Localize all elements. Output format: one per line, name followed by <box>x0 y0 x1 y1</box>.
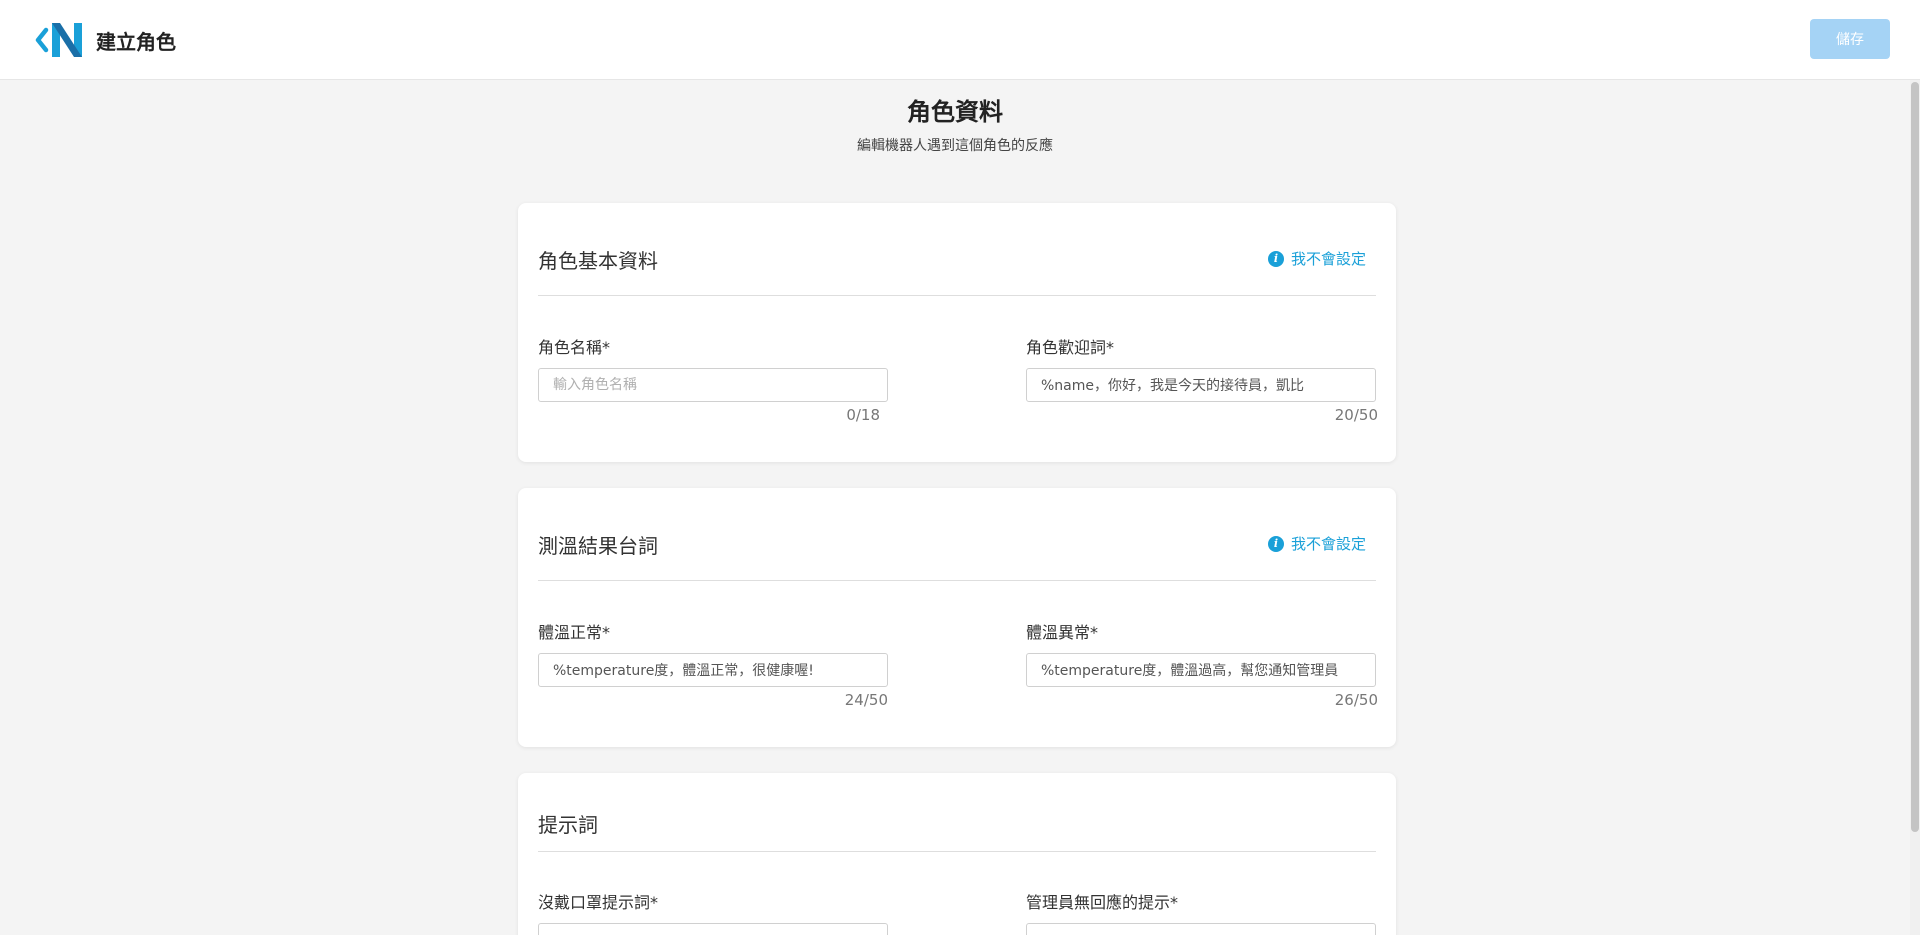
temp-abnormal-label: 體溫異常* <box>1026 623 1099 642</box>
role-greeting-label: 角色歡迎詞* <box>1026 338 1115 357</box>
help-link-label: 我不會設定 <box>1290 250 1366 268</box>
card-temperature-lines: 測溫結果台詞 i 我不會設定 體溫正常* 24/50 體溫異常* 26/50 <box>518 488 1396 747</box>
temp-normal-label: 體溫正常* <box>538 623 611 642</box>
help-link[interactable]: i 我不會設定 <box>1267 248 1366 269</box>
role-name-input[interactable] <box>538 368 888 402</box>
no-mask-prompt-label: 沒戴口罩提示詞* <box>538 893 659 912</box>
info-icon: i <box>1267 250 1284 267</box>
page-subtitle: 編輯機器人遇到這個角色的反應 <box>857 138 1053 154</box>
help-link[interactable]: i 我不會設定 <box>1267 533 1366 554</box>
no-mask-prompt-input[interactable] <box>538 923 888 935</box>
top-bar: 建立角色 儲存 <box>0 0 1920 80</box>
divider <box>538 580 1376 581</box>
admin-no-response-input[interactable] <box>1026 923 1376 935</box>
help-link-label: 我不會設定 <box>1290 535 1366 553</box>
role-greeting-counter: 20/50 <box>1334 406 1378 424</box>
temp-abnormal-counter: 26/50 <box>1334 691 1378 709</box>
back-logo-icon[interactable] <box>34 20 84 60</box>
page-title: 角色資料 <box>907 98 1003 126</box>
card-title: 測溫結果台詞 <box>538 534 658 558</box>
card-prompts: 提示詞 沒戴口罩提示詞* 管理員無回應的提示* <box>518 773 1396 935</box>
role-name-counter: 0/18 <box>846 406 880 424</box>
admin-no-response-label: 管理員無回應的提示* <box>1026 893 1179 912</box>
card-title: 角色基本資料 <box>538 249 658 273</box>
temp-normal-input[interactable] <box>538 653 888 687</box>
divider <box>538 295 1376 296</box>
role-name-label: 角色名稱* <box>538 338 611 357</box>
info-icon: i <box>1267 535 1284 552</box>
scrollbar-thumb[interactable] <box>1911 82 1919 832</box>
role-greeting-input[interactable] <box>1026 368 1376 402</box>
temp-abnormal-input[interactable] <box>1026 653 1376 687</box>
save-button[interactable]: 儲存 <box>1810 19 1890 59</box>
temp-normal-counter: 24/50 <box>844 691 888 709</box>
page-header-title: 建立角色 <box>96 30 176 54</box>
card-title: 提示詞 <box>538 813 598 837</box>
card-basic-info: 角色基本資料 i 我不會設定 角色名稱* 0/18 角色歡迎詞* 20/50 <box>518 203 1396 462</box>
divider <box>538 851 1376 852</box>
